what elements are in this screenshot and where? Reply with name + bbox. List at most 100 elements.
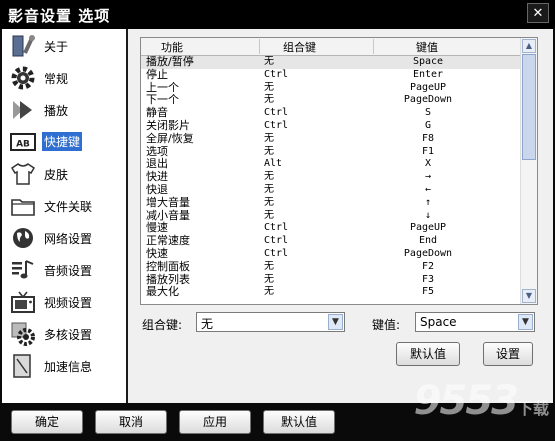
column-header-key[interactable]: 键值 <box>416 39 438 55</box>
key-label: 键值: <box>372 318 401 332</box>
cell-modifier: 无 <box>264 209 274 221</box>
cell-modifier: 无 <box>264 132 274 144</box>
ok-button[interactable]: 确定 <box>11 410 83 434</box>
sidebar-item-accel-info[interactable]: 加速信息 <box>2 351 126 381</box>
scroll-down-button[interactable]: ▼ <box>522 289 536 303</box>
table-row[interactable]: 减小音量无 ↓ <box>141 209 521 223</box>
table-row[interactable]: 播放/暂停 无 Space <box>141 55 521 69</box>
restore-default-button[interactable]: 默认值 <box>396 342 460 366</box>
document-icon <box>13 354 31 378</box>
sidebar-item-multicore[interactable]: 多核设置 <box>2 319 126 349</box>
table-row[interactable]: 增大音量 无 ↑ <box>141 195 521 210</box>
globe-icon <box>13 228 33 248</box>
column-header-function[interactable]: 功能 <box>161 39 183 55</box>
cell-modifier: 无 <box>264 196 274 208</box>
modifier-select-value: 无 <box>201 317 214 331</box>
scroll-thumb[interactable] <box>522 54 536 160</box>
sidebar-item-video[interactable]: 视频设置 <box>2 287 126 317</box>
cell-modifier: 无 <box>264 260 274 272</box>
cell-modifier: Alt <box>264 158 283 170</box>
sidebar-item-shortcuts[interactable]: AB 快捷键 <box>2 127 126 157</box>
table-row[interactable]: 快速 Ctrl PageDown <box>141 246 521 261</box>
shortcut-table: 功能 组合键 键值 播放/暂停无 Space 停止 Ctrl Enter 上一个无 Page… <box>140 37 538 305</box>
cell-key: PageUP <box>409 81 447 93</box>
sidebar-item-label: 常规 <box>44 72 69 86</box>
cell-key: F1 <box>421 145 435 157</box>
music-icon <box>12 260 34 279</box>
tv-icon <box>11 291 35 313</box>
apply-button[interactable]: 应用 <box>179 410 251 434</box>
sidebar-item-label: 快捷键 <box>42 132 83 151</box>
chevron-down-icon[interactable]: ▼ <box>518 314 533 330</box>
cell-modifier: 无 <box>264 171 274 183</box>
cell-key: Enter <box>412 68 444 80</box>
shortcut-panel: 功能 组合键 键值 播放/暂停无 Space 停止 Ctrl Enter 上一个无 Page… <box>128 29 553 403</box>
cell-key: F2 <box>421 260 435 272</box>
watermark-logo: 9553下载 <box>413 378 549 424</box>
cell-key: ↓ <box>424 209 432 221</box>
cell-modifier: 无 <box>264 273 274 285</box>
close-button[interactable]: ✕ <box>527 3 549 23</box>
cell-function: 快退 <box>146 182 168 196</box>
cell-key: X <box>424 158 432 170</box>
table-row[interactable]: 控制面板 无 F2 <box>141 260 521 274</box>
cell-key: PageDown <box>403 94 453 106</box>
cell-modifier: 无 <box>264 94 274 106</box>
chevron-down-icon[interactable]: ▼ <box>328 314 343 330</box>
table-row[interactable]: 最大化 无 F5 <box>141 286 521 299</box>
table-header: 功能 组合键 键值 <box>141 38 521 56</box>
sidebar-item-file-assoc[interactable]: 文件关联 <box>2 191 126 221</box>
table-row[interactable]: 关闭影片 Ctrl G <box>141 119 521 133</box>
sidebar-item-label: 文件关联 <box>44 200 93 214</box>
cell-key: F5 <box>421 286 435 298</box>
table-row[interactable]: 上一个无 PageUP <box>141 81 521 95</box>
title-bar: 影音设置 选项 ✕ <box>0 0 555 29</box>
key-select[interactable]: Space ▼ <box>415 312 535 332</box>
cell-function: 增大音量 <box>146 195 190 209</box>
scroll-up-button[interactable]: ▲ <box>522 39 536 53</box>
sidebar-item-network[interactable]: 网络设置 <box>2 223 126 253</box>
table-row[interactable]: 下一个无 PageDown <box>141 94 521 107</box>
table-row[interactable]: 静音 Ctrl S <box>141 106 521 120</box>
cpu-gear-icon <box>11 322 35 346</box>
modifier-select[interactable]: 无 ▼ <box>196 312 345 332</box>
table-row[interactable]: 退出 Alt X <box>141 158 521 171</box>
cell-key: S <box>424 107 432 119</box>
cell-key: Space <box>412 56 444 67</box>
cell-modifier: Ctrl <box>264 247 289 259</box>
cell-function: 快速 <box>146 246 168 260</box>
cell-key: ↑ <box>424 196 432 208</box>
column-header-modifier[interactable]: 组合键 <box>283 39 316 55</box>
sidebar-item-general[interactable]: 常规 <box>2 63 126 93</box>
defaults-button[interactable]: 默认值 <box>263 410 335 434</box>
table-row[interactable]: 播放列表无 F3 <box>141 273 521 287</box>
sidebar-item-label: 网络设置 <box>44 232 93 246</box>
folder-icon <box>11 199 35 216</box>
cell-modifier: Ctrl <box>264 119 289 131</box>
table-row[interactable]: 慢速 Ctrl PageUP <box>141 222 521 235</box>
set-button[interactable]: 设置 <box>483 342 533 366</box>
sidebar-item-skin[interactable]: 皮肤 <box>2 159 126 189</box>
sidebar-item-audio[interactable]: 音频设置 <box>2 255 126 285</box>
cell-key: → <box>424 171 432 183</box>
svg-text:AB: AB <box>16 140 30 150</box>
table-row[interactable]: 快退 无 ← <box>141 182 521 197</box>
tshirt-icon <box>10 163 36 185</box>
sidebar-item-about[interactable]: 关于 <box>2 31 126 61</box>
cell-modifier: Ctrl <box>264 235 289 247</box>
table-scrollbar[interactable]: ▲ ▼ <box>520 38 537 304</box>
table-row[interactable]: 正常速度 Ctrl End <box>141 234 521 248</box>
sidebar: 关于 常规 播放 AB 快捷键 皮肤 文件关联 网络设置 音频设置 视频设置 多… <box>2 29 128 403</box>
sidebar-item-label: 皮肤 <box>44 168 69 182</box>
sidebar-item-label: 关于 <box>44 40 69 54</box>
table-row[interactable]: 快进无 → <box>141 170 521 184</box>
table-row[interactable]: 全屏/恢复 无 F8 <box>141 132 521 146</box>
cell-key: PageDown <box>403 247 453 259</box>
cell-key: PageUP <box>409 222 447 234</box>
table-row[interactable]: 选项无 F1 <box>141 145 521 159</box>
cell-key: G <box>424 119 432 131</box>
cancel-button[interactable]: 取消 <box>95 410 167 434</box>
sidebar-item-playback[interactable]: 播放 <box>2 95 126 125</box>
table-row[interactable]: 停止 Ctrl Enter <box>141 68 521 82</box>
sidebar-item-label: 音频设置 <box>44 264 93 278</box>
